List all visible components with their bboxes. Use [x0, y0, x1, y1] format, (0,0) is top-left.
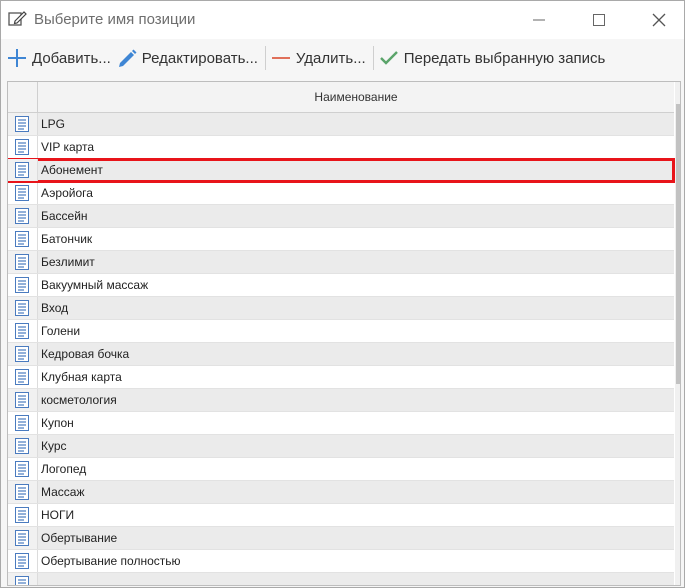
- row-name-cell: Безлимит: [41, 255, 95, 269]
- table-row[interactable]: Абонемент: [8, 158, 675, 183]
- document-icon: [8, 366, 38, 388]
- document-icon: [8, 343, 38, 365]
- minus-icon: [271, 57, 290, 59]
- pencil-icon: [118, 49, 137, 67]
- items-grid[interactable]: Наименование LPG VIP карта Абонемент Аэройо…: [7, 81, 681, 586]
- document-icon: [8, 159, 38, 181]
- title-bar[interactable]: Выберите имя позиции: [1, 1, 684, 39]
- document-icon: [8, 412, 38, 434]
- document-icon: [8, 205, 38, 227]
- table-row[interactable]: Обертывание: [8, 527, 674, 550]
- table-row[interactable]: Клубная карта: [8, 366, 674, 389]
- row-name-cell: Логопед: [41, 462, 87, 476]
- table-row[interactable]: Голени: [8, 320, 674, 343]
- table-row[interactable]: Курс: [8, 435, 674, 458]
- icon-column-header[interactable]: [8, 82, 38, 112]
- row-name-cell: косметология: [41, 393, 117, 407]
- row-name-cell: НОГИ: [41, 508, 75, 522]
- row-name-cell: Аэройога: [41, 186, 93, 200]
- grid-rows: LPG VIP карта Абонемент Аэройога Бассейн Бато…: [8, 113, 675, 585]
- document-icon: [8, 251, 38, 273]
- name-column-header[interactable]: Наименование: [38, 82, 674, 112]
- table-row[interactable]: [8, 573, 674, 585]
- row-name-cell: Вакуумный массаж: [41, 278, 149, 292]
- dialog-window: Выберите имя позиции Добавить... Редакти…: [0, 0, 685, 588]
- table-row[interactable]: НОГИ: [8, 504, 674, 527]
- document-icon: [8, 297, 38, 319]
- table-row[interactable]: Купон: [8, 412, 674, 435]
- window-title: Выберите имя позиции: [34, 11, 196, 28]
- document-icon: [8, 458, 38, 480]
- row-name-cell: Бассейн: [41, 209, 88, 223]
- table-row[interactable]: Вход: [8, 297, 674, 320]
- document-icon: [8, 113, 38, 135]
- row-name-cell: Голени: [41, 324, 81, 338]
- row-name-cell: Обертывание полностью: [41, 554, 181, 568]
- edit-button-label: Редактировать...: [141, 49, 258, 67]
- add-button[interactable]: Добавить...: [5, 44, 115, 72]
- toolbar: Добавить... Редактировать... Удалить... …: [5, 43, 680, 73]
- toolbar-separator: [264, 46, 266, 70]
- row-name-cell: Кедровая бочка: [41, 347, 130, 361]
- document-icon: [8, 136, 38, 158]
- table-row[interactable]: Обертывание полностью: [8, 550, 674, 573]
- scrollbar-thumb[interactable]: [676, 104, 680, 384]
- document-icon: [8, 527, 38, 549]
- row-name-cell: LPG: [41, 117, 66, 131]
- document-icon: [8, 481, 38, 503]
- document-icon: [8, 320, 38, 342]
- maximize-button[interactable]: [576, 1, 622, 39]
- row-name-cell: Абонемент: [41, 163, 103, 177]
- row-name-cell: Курс: [41, 439, 67, 453]
- pass-selected-button-label: Передать выбранную запись: [403, 49, 606, 67]
- document-icon: [8, 435, 38, 457]
- row-name-cell: VIP карта: [41, 140, 95, 154]
- row-name-cell: Вход: [41, 301, 69, 315]
- close-button[interactable]: [636, 1, 682, 39]
- pass-selected-button[interactable]: Передать выбранную запись: [377, 44, 610, 72]
- check-icon: [379, 51, 398, 65]
- delete-button-label: Удалить...: [295, 49, 366, 67]
- table-row[interactable]: Бассейн: [8, 205, 674, 228]
- table-row[interactable]: Кедровая бочка: [8, 343, 674, 366]
- table-row[interactable]: Массаж: [8, 481, 674, 504]
- minimize-button[interactable]: [516, 1, 562, 39]
- delete-button[interactable]: Удалить...: [269, 44, 370, 72]
- table-row[interactable]: LPG: [8, 113, 674, 136]
- row-name-cell: Клубная карта: [41, 370, 122, 384]
- table-row[interactable]: Безлимит: [8, 251, 674, 274]
- document-icon: [8, 228, 38, 250]
- row-name-cell: Массаж: [41, 485, 85, 499]
- table-row[interactable]: Логопед: [8, 458, 674, 481]
- toolbar-separator: [372, 46, 374, 70]
- document-icon: [8, 504, 38, 526]
- table-row[interactable]: Аэройога: [8, 182, 674, 205]
- row-name-cell: Обертывание: [41, 531, 118, 545]
- add-button-label: Добавить...: [32, 49, 111, 67]
- edit-icon: [7, 9, 27, 29]
- document-icon: [8, 550, 38, 572]
- table-row[interactable]: VIP карта: [8, 136, 674, 159]
- document-icon: [8, 389, 38, 411]
- edit-button[interactable]: Редактировать...: [115, 44, 262, 72]
- table-row[interactable]: Батончик: [8, 228, 674, 251]
- row-name-cell: Купон: [41, 416, 74, 430]
- plus-icon: [8, 49, 26, 67]
- vertical-scrollbar[interactable]: [675, 82, 680, 585]
- document-icon: [8, 182, 38, 204]
- table-row[interactable]: косметология: [8, 389, 674, 412]
- grid-header: Наименование: [8, 82, 674, 113]
- document-icon: [8, 573, 38, 585]
- row-name-cell: Батончик: [41, 232, 93, 246]
- document-icon: [8, 274, 38, 296]
- table-row[interactable]: Вакуумный массаж: [8, 274, 674, 297]
